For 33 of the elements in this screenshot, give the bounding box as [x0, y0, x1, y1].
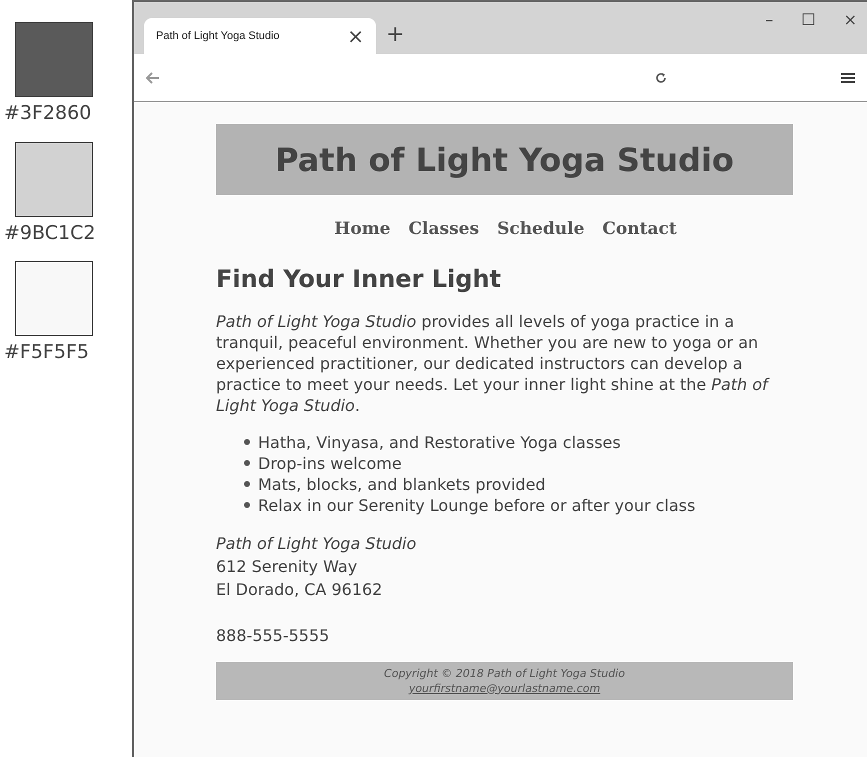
page-heading: Find Your Inner Light: [216, 264, 502, 294]
nav-link[interactable]: Classes: [408, 217, 480, 242]
feature-item: Relax in our Serenity Lounge before or after your class: [258, 494, 696, 516]
swatch-label: #3F2860: [4, 101, 92, 126]
close-tab-button[interactable]: ×: [347, 26, 364, 46]
studio-name: Path of Light Yoga Studio: [216, 532, 416, 554]
nav-link[interactable]: Contact: [602, 217, 677, 242]
feature-item: Drop-ins welcome: [258, 452, 402, 474]
swatch-label: #9BC1C2: [4, 220, 96, 246]
phone-number: 888-555-5555: [216, 624, 330, 646]
bullet-icon: [244, 439, 250, 445]
city-address: El Dorado, CA 96162: [216, 578, 382, 600]
browser-tab[interactable]: Path of Light Yoga Studio ×: [144, 18, 376, 54]
intro-paragraph: Path of Light Yoga Studio provides all levels of yoga practice in a tranquil, peaceful environment. Whether you are new to yoga or an experienced practitioner, our dedicated instructors can develop a practice to meet your needs. Let your inner light shine at the Path of Light Yoga Studio.: [216, 310, 770, 416]
reload-icon[interactable]: [655, 72, 667, 84]
nav-link[interactable]: Schedule: [497, 217, 584, 242]
bullet-icon: [244, 502, 250, 508]
site-header: Path of Light Yoga Studio: [216, 124, 793, 195]
new-tab-button[interactable]: +: [386, 24, 404, 46]
copyright-text: Copyright © 2018 Path of Light Yoga Studio: [384, 666, 625, 680]
back-arrow-icon[interactable]: [146, 72, 160, 84]
bullet-icon: [244, 481, 250, 487]
nav-link[interactable]: Home: [334, 217, 391, 242]
street-address: 612 Serenity Way: [216, 556, 358, 578]
swatch-label: #F5F5F5: [4, 340, 89, 365]
feature-item: Hatha, Vinyasa, and Restorative Yoga classes: [258, 432, 621, 452]
feature-item: Mats, blocks, and blankets provided: [258, 474, 546, 494]
window-control-button[interactable]: –: [765, 12, 774, 28]
email-link[interactable]: yourfirstname@yourlastname.com: [408, 680, 600, 696]
menu-icon[interactable]: [841, 72, 855, 84]
window-control-button[interactable]: ☐: [801, 12, 816, 28]
bullet-icon: [244, 460, 250, 466]
window-control-button[interactable]: ×: [844, 12, 857, 28]
